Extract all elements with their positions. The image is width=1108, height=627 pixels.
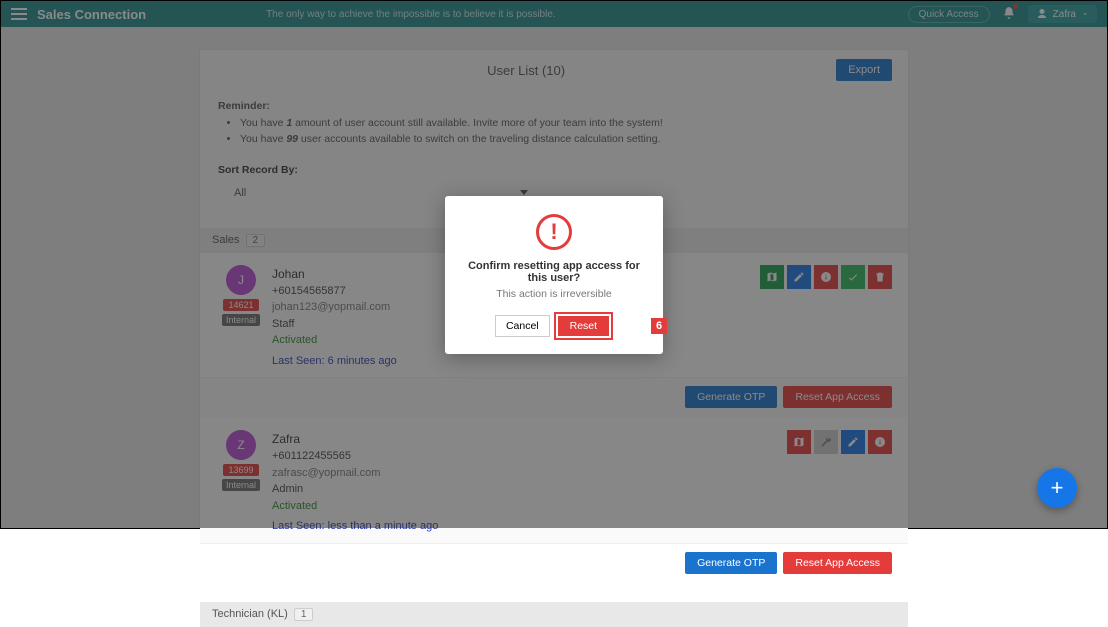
group-count: 1: [294, 608, 314, 621]
modal-title: Confirm resetting app access for this us…: [461, 260, 647, 284]
group-header-technician: Technician (KL) 1: [200, 602, 908, 627]
reset-highlight-box: Reset: [554, 312, 613, 340]
generate-otp-button[interactable]: Generate OTP: [685, 552, 777, 574]
modal-subtitle: This action is irreversible: [461, 288, 647, 300]
step-callout: 6: [651, 318, 667, 334]
modal-overlay: ! Confirm resetting app access for this …: [1, 1, 1107, 528]
reset-button[interactable]: Reset: [558, 316, 609, 336]
cancel-button[interactable]: Cancel: [495, 315, 550, 337]
reset-app-access-button[interactable]: Reset App Access: [783, 552, 892, 574]
add-fab-button[interactable]: +: [1037, 468, 1077, 508]
confirm-reset-modal: ! Confirm resetting app access for this …: [445, 196, 663, 354]
warning-icon: !: [536, 214, 572, 250]
